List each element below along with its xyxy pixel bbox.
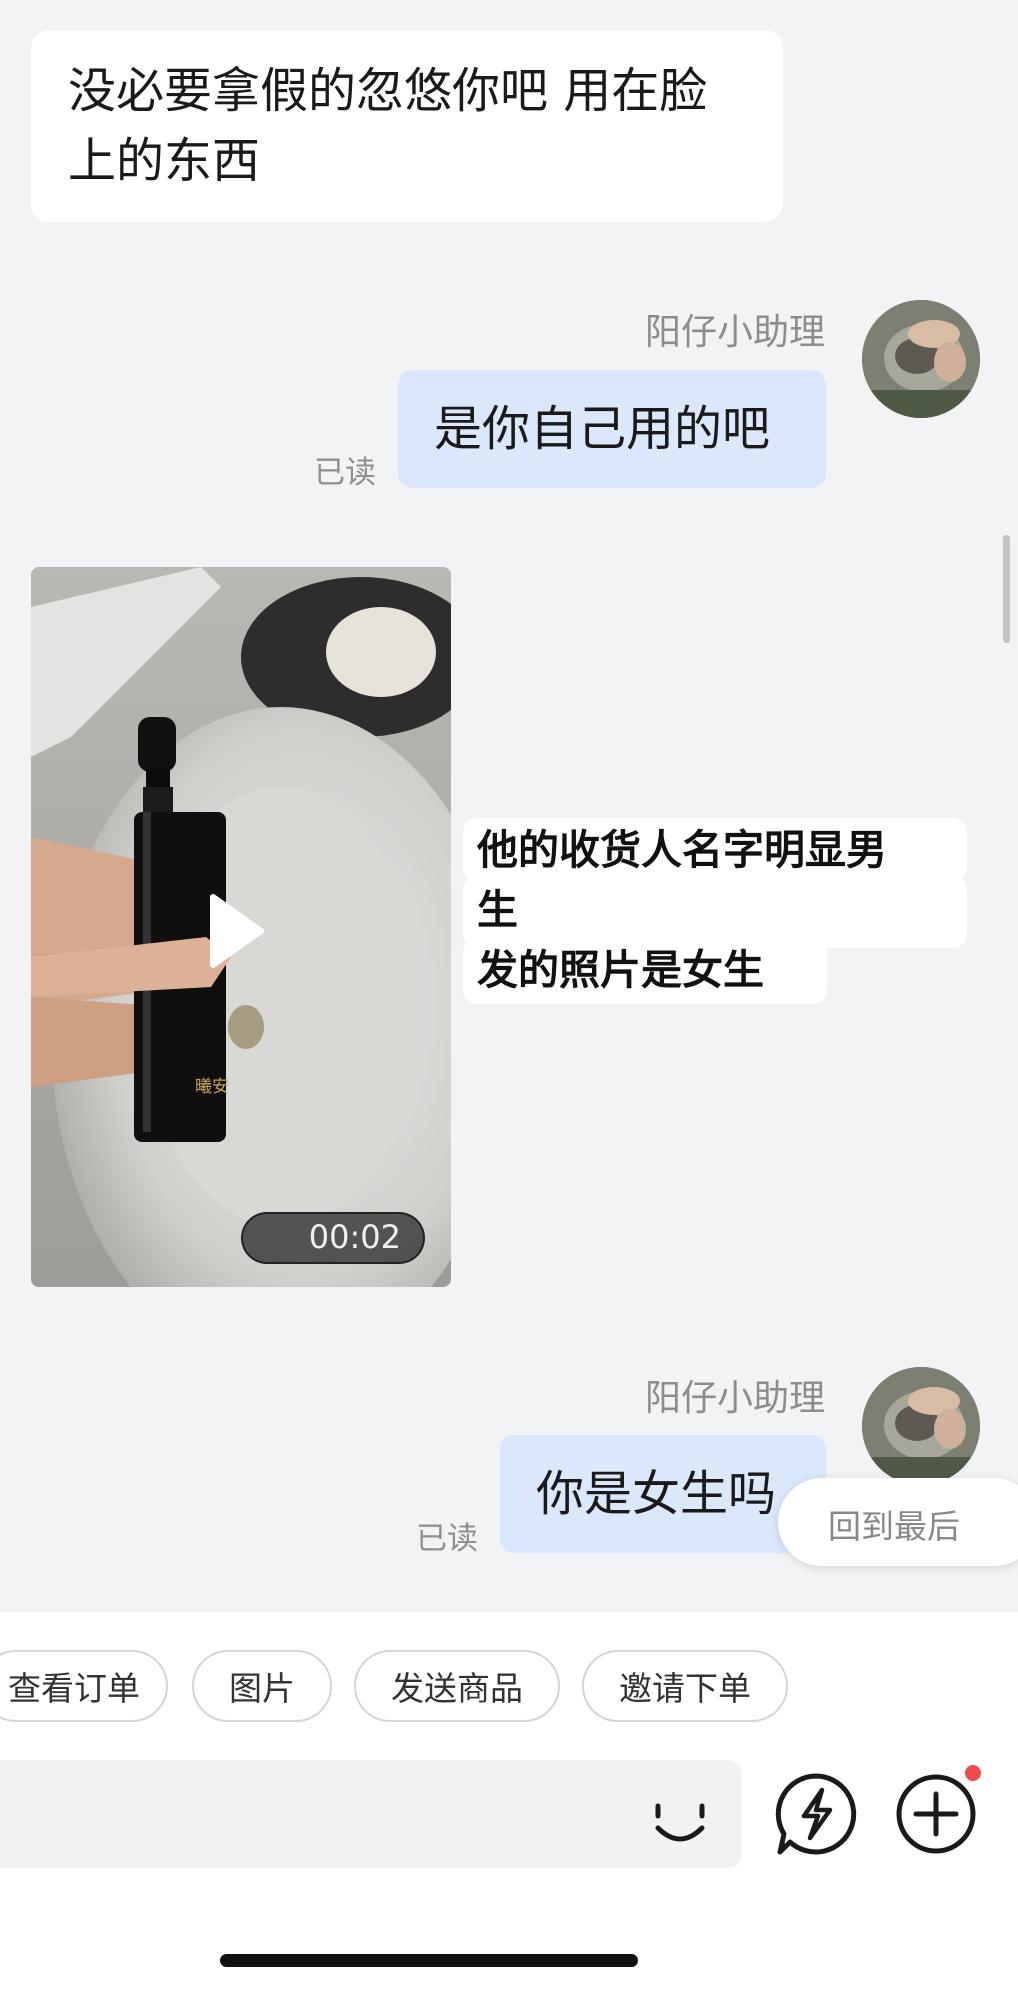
emoji-icon[interactable] (650, 1788, 710, 1852)
message-text: 你是女生吗 (536, 1466, 777, 1522)
message-input[interactable] (0, 1760, 742, 1868)
quick-reply-icon[interactable] (774, 1772, 858, 1860)
quick-action-image[interactable]: 图片 (192, 1650, 332, 1722)
jump-to-latest-label: 回到最后 (828, 1507, 960, 1546)
plus-icon[interactable] (894, 1772, 978, 1860)
video-message[interactable]: 曦安 00:02 (31, 567, 451, 1287)
jump-to-latest-button[interactable]: 回到最后 (778, 1478, 1018, 1566)
play-icon[interactable] (209, 893, 265, 973)
incoming-message-bubble[interactable]: 没必要拿假的忽悠你吧 用在脸 上的东西 (31, 30, 783, 222)
outgoing-message-bubble[interactable]: 你是女生吗 (500, 1435, 826, 1553)
message-input-field[interactable] (20, 1780, 624, 1850)
avatar[interactable] (862, 300, 980, 418)
sender-name: 阳仔小助理 (644, 312, 825, 353)
video-duration: 00:02 (308, 1218, 401, 1256)
outgoing-message-bubble[interactable]: 是你自己用的吧 (398, 370, 826, 488)
notification-dot (965, 1765, 981, 1781)
read-status: 已读 (416, 1521, 478, 1557)
message-text-line: 没必要拿假的忽悠你吧 用在脸 (68, 63, 708, 119)
home-indicator[interactable] (220, 1954, 638, 1967)
quick-action-invite-order[interactable]: 邀请下单 (582, 1650, 788, 1722)
scrollbar[interactable] (1003, 535, 1010, 643)
caption-line: 他的收货人名字明显男 (463, 818, 967, 882)
quick-action-send-product[interactable]: 发送商品 (354, 1650, 560, 1722)
quick-action-view-order[interactable]: 查看订单 (0, 1650, 168, 1722)
bottle-label: 曦安 (195, 1077, 229, 1097)
avatar[interactable] (862, 1367, 980, 1485)
sender-name: 阳仔小助理 (644, 1378, 825, 1419)
caption-line: 发的照片是女生 (463, 938, 827, 1004)
message-text: 是你自己用的吧 (434, 401, 771, 457)
read-status: 已读 (314, 455, 376, 491)
video-duration-badge: 00:02 (241, 1212, 425, 1264)
message-text-line: 上的东西 (68, 133, 261, 189)
